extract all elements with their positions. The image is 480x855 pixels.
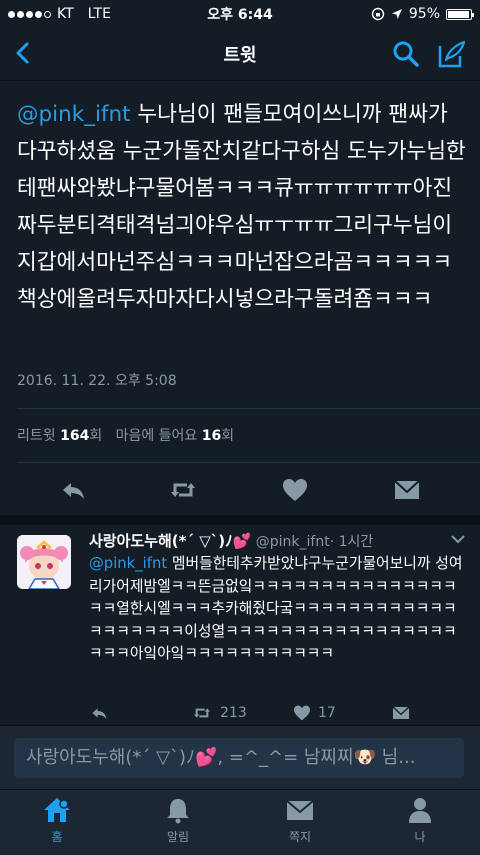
avatar[interactable] bbox=[17, 535, 71, 589]
reply-header: 사랑아도누해(*´ ▽`)ﾉ💕 @pink_ifnt· 1시간 bbox=[89, 530, 469, 551]
reply-compose-bar: 사랑아도누해(*´ ▽`)ﾉ💕, =^_^= 남찌찌🐶 님... bbox=[0, 725, 480, 790]
compose-icon[interactable] bbox=[438, 40, 466, 68]
like-count[interactable]: 16 bbox=[202, 428, 221, 444]
retweet-unit: 회 bbox=[89, 428, 103, 444]
tweet-timestamp: 2016. 11. 22. 오후 5:08 bbox=[17, 373, 177, 389]
back-arrow-icon[interactable] bbox=[8, 38, 38, 68]
battery-icon bbox=[446, 8, 474, 20]
status-bar: KT LTE 오후 6:44 95% bbox=[0, 0, 480, 28]
tweet-text: @pink_ifnt 누나님이 팬들모여이쓰니까 팬싸가다꾸하셨움 누군가돌잔치… bbox=[17, 96, 467, 318]
search-icon[interactable] bbox=[392, 40, 420, 68]
tab-home-label: 홈 bbox=[51, 830, 63, 844]
reply-like-button[interactable]: 17 bbox=[292, 703, 336, 723]
reply-icon[interactable] bbox=[58, 475, 88, 505]
envelope-icon bbox=[286, 800, 314, 820]
reply-text: @pink_ifnt 멤버들한테추카받았냐구누군가물어보니까 성여리가어제밤엘ㅋ… bbox=[89, 553, 467, 666]
reply-input[interactable]: 사랑아도누해(*´ ▽`)ﾉ💕, =^_^= 남찌찌🐶 님... bbox=[14, 738, 464, 778]
reply-tweet[interactable]: 사랑아도누해(*´ ▽`)ﾉ💕 @pink_ifnt· 1시간 @pink_if… bbox=[0, 525, 480, 725]
tab-notifications[interactable]: 알림 bbox=[138, 796, 218, 845]
reply-reply-button[interactable] bbox=[88, 703, 110, 723]
retweet-icon[interactable] bbox=[168, 475, 198, 505]
status-time: 오후 6:44 bbox=[207, 7, 273, 23]
tab-notifications-label: 알림 bbox=[166, 830, 190, 844]
person-icon bbox=[409, 798, 431, 823]
like-unit: 회 bbox=[221, 428, 235, 444]
tab-messages-label: 쪽지 bbox=[288, 830, 312, 844]
reply-dm-button[interactable] bbox=[390, 703, 412, 723]
reply-author-handle: @pink_ifnt bbox=[255, 534, 330, 550]
avatar-image bbox=[17, 535, 71, 589]
reply-mention-link[interactable]: @pink_ifnt bbox=[89, 555, 167, 572]
tab-messages[interactable]: 쪽지 bbox=[260, 796, 340, 845]
heart-icon bbox=[294, 705, 310, 721]
reply-time: · 1시간 bbox=[329, 534, 374, 550]
nav-bar: 트윗 bbox=[0, 28, 480, 81]
tweet-actions bbox=[0, 475, 480, 505]
tweet-body: 누나님이 팬들모여이쓰니까 팬싸가다꾸하셨움 누군가돌잔치같다구하심 도누가누님… bbox=[17, 102, 466, 312]
like-stat-label: 마음에 들어요 bbox=[115, 428, 198, 444]
tweet-stats: 리트윗 164회 마음에 들어요 16회 bbox=[17, 425, 234, 445]
chevron-down-icon[interactable] bbox=[450, 533, 466, 545]
reply-retweet-count: 213 bbox=[220, 705, 247, 721]
tab-home[interactable]: 홈 bbox=[17, 796, 97, 845]
home-icon bbox=[44, 798, 70, 822]
tab-me[interactable]: 나 bbox=[380, 796, 460, 845]
reply-like-count: 17 bbox=[318, 705, 336, 721]
tab-bar: 홈 알림 쪽지 나 bbox=[0, 789, 480, 855]
retweet-count[interactable]: 164 bbox=[60, 428, 89, 444]
reply-author-name[interactable]: 사랑아도누해(*´ ▽`)ﾉ💕 bbox=[89, 532, 251, 550]
direct-message-icon[interactable] bbox=[392, 475, 422, 505]
reply-retweet-button[interactable]: 213 bbox=[190, 703, 247, 723]
divider bbox=[17, 408, 480, 409]
tab-me-label: 나 bbox=[414, 830, 426, 844]
retweet-stat-label: 리트윗 bbox=[17, 428, 56, 444]
tweet-mention-link[interactable]: @pink_ifnt bbox=[17, 102, 131, 127]
direct-message-icon bbox=[392, 706, 410, 719]
divider bbox=[17, 462, 480, 463]
bell-icon bbox=[167, 799, 189, 824]
heart-icon[interactable] bbox=[280, 475, 310, 505]
retweet-icon bbox=[194, 708, 210, 718]
page-title: 트윗 bbox=[223, 45, 257, 66]
section-separator bbox=[0, 515, 480, 525]
reply-icon bbox=[92, 708, 107, 719]
